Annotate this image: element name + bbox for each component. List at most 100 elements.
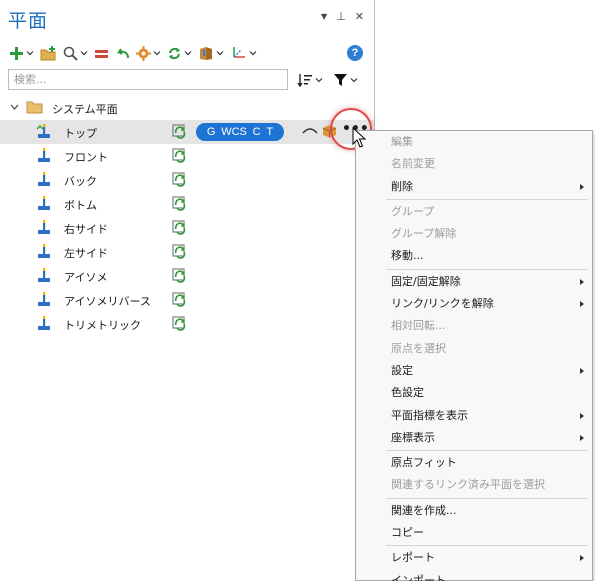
box-icon[interactable] bbox=[322, 124, 337, 138]
menu-item[interactable]: 設定 bbox=[356, 360, 592, 382]
link-status-icon[interactable] bbox=[172, 148, 188, 164]
tree-item[interactable]: アイソメリバース bbox=[0, 288, 374, 312]
chevron-down-icon bbox=[184, 51, 192, 56]
tree-item[interactable]: 右サイド bbox=[0, 216, 374, 240]
menu-item[interactable]: 移動... bbox=[356, 245, 592, 267]
tree-item[interactable]: 左サイド bbox=[0, 240, 374, 264]
plane-icon bbox=[38, 148, 50, 162]
link-status-icon[interactable] bbox=[172, 124, 188, 140]
link-status-icon[interactable] bbox=[172, 220, 188, 236]
filter-button[interactable] bbox=[332, 70, 359, 90]
tree-item[interactable]: フロント bbox=[0, 144, 374, 168]
tree-root[interactable]: システム平面 bbox=[0, 96, 374, 120]
submenu-arrow-icon bbox=[580, 367, 584, 374]
plane-label: バック bbox=[64, 175, 97, 188]
link-status-icon[interactable] bbox=[172, 268, 188, 284]
plane-label: ボトム bbox=[64, 199, 97, 212]
menu-item-label: 固定/固定解除 bbox=[391, 274, 461, 288]
search-input[interactable] bbox=[8, 69, 288, 90]
menu-item: 関連するリンク済み平面を選択 bbox=[356, 474, 592, 496]
equal-button[interactable] bbox=[93, 43, 110, 63]
link-status-icon[interactable] bbox=[172, 196, 188, 212]
visibility-icon[interactable] bbox=[302, 126, 318, 136]
submenu-arrow-icon bbox=[580, 434, 584, 441]
menu-item[interactable]: 関連を作成... bbox=[356, 500, 592, 522]
filter-icon bbox=[334, 74, 347, 86]
panel-menu-icon[interactable]: ▼ bbox=[321, 10, 327, 23]
badge-flag[interactable]: C bbox=[253, 126, 261, 138]
link-status-icon[interactable] bbox=[172, 172, 188, 188]
sort-icon bbox=[297, 74, 312, 87]
badge-flag[interactable]: T bbox=[266, 126, 273, 138]
chevron-down-icon[interactable] bbox=[10, 103, 19, 112]
view-button[interactable] bbox=[197, 43, 225, 63]
tree-root-label: システム平面 bbox=[52, 103, 118, 116]
plane-status-badge[interactable]: G WCS C T bbox=[196, 123, 284, 141]
sort-button[interactable] bbox=[296, 70, 324, 90]
new-folder-button[interactable] bbox=[39, 43, 58, 63]
panel-title-controls: ▼ ⊥ ✕ bbox=[321, 10, 364, 23]
add-plane-button[interactable] bbox=[8, 43, 35, 63]
link-status-icon[interactable] bbox=[172, 316, 188, 332]
plane-label: 左サイド bbox=[64, 247, 108, 260]
plane-icon bbox=[38, 268, 50, 282]
link-status-icon[interactable] bbox=[172, 244, 188, 260]
chevron-down-icon bbox=[26, 51, 34, 56]
settings-button[interactable] bbox=[135, 43, 162, 63]
chevron-down-icon bbox=[350, 78, 358, 83]
plane-label: アイソメ bbox=[64, 271, 108, 284]
search-tools bbox=[296, 70, 359, 90]
menu-item-label: 削除 bbox=[391, 179, 413, 193]
axis-icon bbox=[233, 47, 245, 58]
undo-button[interactable] bbox=[114, 43, 131, 63]
menu-item-label: インポート... bbox=[391, 573, 457, 581]
refresh-icon bbox=[169, 47, 180, 59]
plane-label: フロント bbox=[64, 151, 108, 164]
menu-item[interactable]: 座標表示 bbox=[356, 427, 592, 449]
menu-item[interactable]: 平面指標を表示 bbox=[356, 405, 592, 427]
menu-item[interactable]: インポート... bbox=[356, 570, 592, 581]
axis-button[interactable] bbox=[229, 43, 258, 63]
tree-item[interactable]: トップ G WCS C T ••• bbox=[0, 120, 374, 144]
menu-item[interactable]: 削除 bbox=[356, 176, 592, 198]
menu-item-label: レポート bbox=[391, 551, 435, 565]
menu-item[interactable]: 固定/固定解除 bbox=[356, 271, 592, 293]
menu-item-label: 原点を選択 bbox=[391, 341, 446, 355]
pin-icon[interactable]: ⊥ bbox=[336, 10, 346, 23]
find-button[interactable] bbox=[62, 43, 89, 63]
menu-item-label: 関連するリンク済み平面を選択 bbox=[391, 478, 545, 492]
menu-item-label: コピー bbox=[391, 526, 424, 540]
tree-item[interactable]: ボトム bbox=[0, 192, 374, 216]
tree-item[interactable]: バック bbox=[0, 168, 374, 192]
tree-item[interactable]: トリメトリック bbox=[0, 312, 374, 336]
menu-item: グループ bbox=[356, 201, 592, 223]
tree-item[interactable]: アイソメ bbox=[0, 264, 374, 288]
menu-item-label: 設定 bbox=[391, 363, 413, 377]
plane-icon bbox=[36, 124, 50, 138]
context-menu: 編集 名前変更 削除 グループ グループ解除 移動... 固定/固定解除 リンク/リンクを解除… bbox=[355, 130, 593, 581]
menu-separator bbox=[386, 268, 588, 270]
badge-flag[interactable]: G bbox=[207, 126, 216, 138]
plane-label: トリメトリック bbox=[64, 319, 141, 332]
chevron-down-icon bbox=[315, 78, 323, 83]
menu-item[interactable]: レポート bbox=[356, 547, 592, 569]
menu-item-label: グループ bbox=[391, 204, 435, 218]
refresh-button[interactable] bbox=[166, 43, 193, 63]
menu-item-label: 相対回転... bbox=[391, 319, 446, 333]
panel-title: 平面 bbox=[8, 10, 49, 32]
badge-flag[interactable]: WCS bbox=[221, 126, 247, 138]
help-icon[interactable]: ? bbox=[347, 45, 363, 61]
menu-item[interactable]: 色設定 bbox=[356, 382, 592, 404]
submenu-arrow-icon bbox=[580, 278, 584, 285]
chevron-down-icon bbox=[80, 51, 88, 56]
gear-icon bbox=[136, 45, 151, 61]
menu-item-label: 平面指標を表示 bbox=[391, 408, 468, 422]
plane-icon bbox=[38, 196, 50, 210]
close-icon[interactable]: ✕ bbox=[355, 10, 364, 23]
menu-item[interactable]: リンク/リンクを解除 bbox=[356, 293, 592, 315]
link-status-icon[interactable] bbox=[172, 292, 188, 308]
planes-panel: 平面 ▼ ⊥ ✕ ? 検索... システム平面 トップ G WCS C T ••… bbox=[0, 0, 375, 581]
menu-separator bbox=[386, 545, 588, 547]
menu-item[interactable]: コピー bbox=[356, 522, 592, 544]
menu-item[interactable]: 原点フィット bbox=[356, 452, 592, 474]
